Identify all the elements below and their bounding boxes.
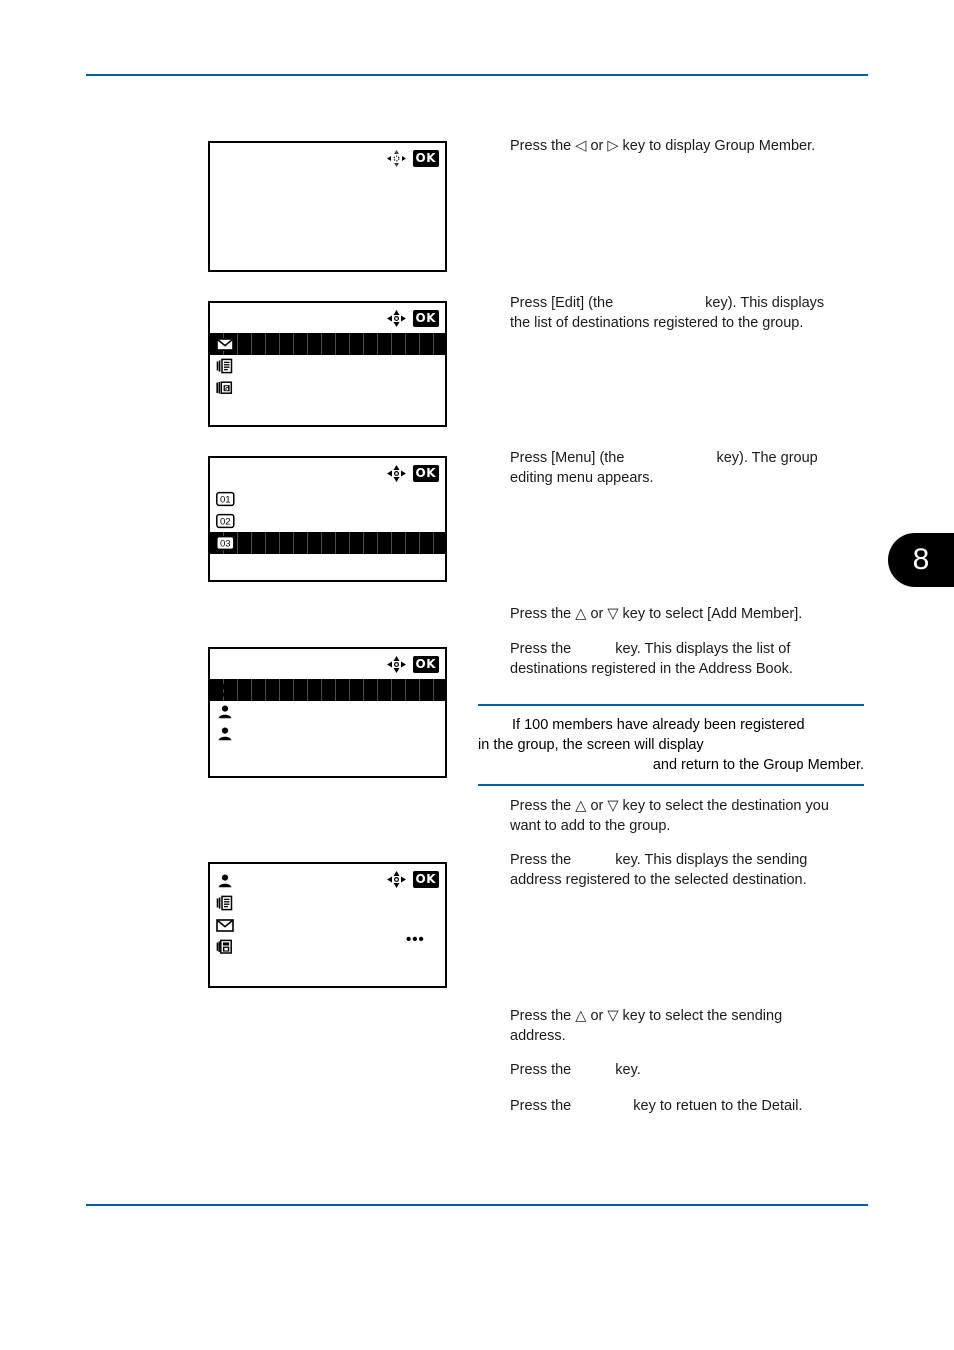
step-select-destination: Press the △ or ▽ key to select the desti… bbox=[510, 796, 870, 836]
step-text: Press the △ or ▽ key to select [Add Memb… bbox=[510, 606, 803, 622]
step-press-edit: Press [Edit] (the key). This displays the… bbox=[510, 293, 870, 333]
lcd-row-member-02[interactable]: 02 bbox=[210, 510, 445, 532]
lcd-row-folder[interactable]: S bbox=[210, 377, 445, 399]
number-02-icon: 02 bbox=[216, 512, 235, 530]
number-03-icon: 03 bbox=[216, 534, 235, 552]
step-text-line1-prefix: Press [Edit] (the bbox=[510, 295, 614, 311]
svg-text:S: S bbox=[224, 385, 228, 392]
step-text: Press the △ or ▽ key to select the desti… bbox=[510, 798, 829, 814]
step-text-line1-suffix: key). The group bbox=[716, 450, 818, 466]
dpad-icon bbox=[386, 309, 406, 327]
step-press-ok-key: Press the key. bbox=[510, 1060, 870, 1080]
step-select-add-member: Press the △ or ▽ key to select [Add Memb… bbox=[510, 604, 870, 624]
shared-folder-icon bbox=[216, 938, 234, 956]
step-text: Press the △ or ▽ key to select the sendi… bbox=[510, 1008, 783, 1024]
fax-icon bbox=[216, 357, 234, 375]
note-text-2: in the group, the screen will display bbox=[478, 737, 704, 753]
note-line-3: and return to the Group Member. bbox=[478, 755, 864, 775]
lcd-row-email-selected[interactable] bbox=[210, 333, 445, 355]
step-text-line2: destinations registered in the Address B… bbox=[510, 661, 793, 677]
step-text-line2: address. bbox=[510, 1028, 566, 1044]
step-display-group-member: Press the ◁ or ▷ key to display Group Me… bbox=[510, 136, 870, 156]
lcd-key-cluster: OK bbox=[386, 149, 439, 167]
step-press-menu: Press [Menu] (the key). The group editing… bbox=[510, 448, 870, 488]
svg-text:03: 03 bbox=[220, 539, 231, 550]
step-text-line1-suffix: key. This displays the sending bbox=[615, 852, 808, 868]
step-press-ok-address-book: Press the key. This displays the list of … bbox=[510, 639, 870, 679]
lcd-row-list bbox=[210, 679, 445, 745]
lcd-row-contact-name[interactable] bbox=[210, 870, 445, 892]
step-text-line1-prefix: Press the bbox=[510, 852, 572, 868]
lcd-panel-destination-detail-screen: OK ••• bbox=[208, 862, 447, 988]
header-rule bbox=[86, 74, 868, 76]
dpad-icon bbox=[386, 464, 406, 482]
step-text-line1-suffix: key. bbox=[615, 1062, 641, 1078]
contact-icon bbox=[216, 725, 234, 743]
step-press-ok-sending-address: Press the key. This displays the sending … bbox=[510, 850, 870, 890]
lcd-row-member-03-selected[interactable]: 03 bbox=[210, 532, 445, 554]
svg-text:01: 01 bbox=[220, 495, 231, 506]
lcd-key-cluster: OK bbox=[386, 309, 439, 327]
lcd-row-list: 01 02 03 bbox=[210, 488, 445, 554]
lcd-panel-destination-type-list: OK S bbox=[208, 301, 447, 427]
lcd-row-fax[interactable] bbox=[210, 355, 445, 377]
ok-key-icon: OK bbox=[412, 309, 439, 327]
step-text-line2: want to add to the group. bbox=[510, 818, 671, 834]
note-line-2: in the group, the screen will display bbox=[478, 735, 864, 755]
lcd-panel-group-member-numbered-list: OK 01 02 03 bbox=[208, 456, 447, 582]
note-text-1: If 100 members have already been registe… bbox=[512, 717, 805, 733]
envelope-icon bbox=[216, 916, 234, 934]
footer-rule bbox=[86, 1204, 868, 1206]
more-ellipsis-icon: ••• bbox=[406, 931, 425, 948]
lcd-row-contact[interactable] bbox=[210, 701, 445, 723]
contact-icon bbox=[216, 681, 234, 699]
step-text-line1-suffix: key). This displays bbox=[705, 295, 825, 311]
note-box: If 100 members have already been registe… bbox=[478, 704, 864, 786]
contact-icon bbox=[216, 703, 234, 721]
step-text-line2: editing menu appears. bbox=[510, 470, 654, 486]
number-01-icon: 01 bbox=[216, 490, 235, 508]
lcd-row-list: S bbox=[210, 333, 445, 399]
step-text-line1-prefix: Press [Menu] (the bbox=[510, 450, 625, 466]
step-text: Press the ◁ or ▷ key to display Group Me… bbox=[510, 138, 816, 154]
svg-text:02: 02 bbox=[220, 517, 231, 528]
ok-key-icon: OK bbox=[412, 655, 439, 673]
step-text-line1-suffix: key to retuen to the Detail. bbox=[633, 1098, 803, 1114]
lcd-panel-group-member-screen: OK bbox=[208, 141, 447, 272]
step-text-line2: address registered to the selected desti… bbox=[510, 872, 807, 888]
step-select-sending-address: Press the △ or ▽ key to select the sendi… bbox=[510, 1006, 870, 1046]
fax-icon bbox=[216, 894, 234, 912]
contact-icon bbox=[216, 872, 234, 890]
lcd-row-contact-selected[interactable] bbox=[210, 679, 445, 701]
folder-send-icon: S bbox=[216, 379, 234, 397]
dpad-icon bbox=[386, 655, 406, 673]
lcd-panel-address-book-destination-list: OK bbox=[208, 647, 447, 778]
step-text-line2: the list of destinations registered to t… bbox=[510, 315, 804, 331]
lcd-key-cluster: OK bbox=[386, 655, 439, 673]
chapter-tab: 8 bbox=[888, 533, 954, 587]
dpad-dotted-icon bbox=[386, 149, 406, 167]
ok-key-icon: OK bbox=[412, 149, 439, 167]
lcd-key-cluster: OK bbox=[386, 464, 439, 482]
lcd-row-member-01[interactable]: 01 bbox=[210, 488, 445, 510]
ok-key-icon: OK bbox=[412, 464, 439, 482]
step-text-line1-prefix: Press the bbox=[510, 1098, 572, 1114]
step-text-line1-prefix: Press the bbox=[510, 641, 572, 657]
lcd-row-contact[interactable] bbox=[210, 723, 445, 745]
step-text-line1-prefix: Press the bbox=[510, 1062, 572, 1078]
envelope-icon bbox=[216, 335, 234, 353]
lcd-row-fax-address[interactable] bbox=[210, 892, 445, 914]
step-text-line1-suffix: key. This displays the list of bbox=[615, 641, 791, 657]
step-return-to-detail: Press the key to retuen to the Detail. bbox=[510, 1096, 870, 1116]
note-text-3: and return to the Group Member. bbox=[652, 757, 864, 773]
note-line-1: If 100 members have already been registe… bbox=[478, 715, 864, 735]
